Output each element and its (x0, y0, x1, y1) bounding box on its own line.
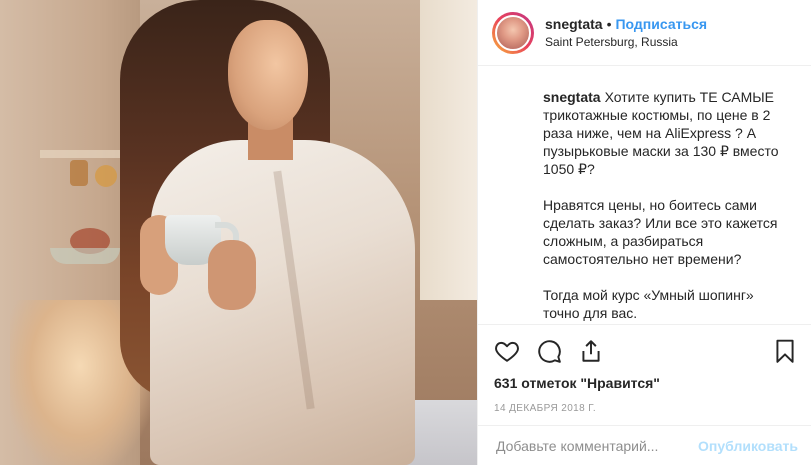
header-username[interactable]: snegtata (545, 16, 603, 32)
window-frame (420, 0, 477, 300)
jar (95, 165, 117, 187)
likes-count[interactable]: 631 отметок "Нравится" (478, 375, 811, 391)
post-caption: snegtata Хотите купить ТЕ САМЫЕ трикотажн… (543, 88, 791, 340)
publish-button[interactable]: Опубликовать (698, 438, 798, 454)
bookmark-icon[interactable] (772, 338, 798, 364)
post-actions: 631 отметок "Нравится" 14 ДЕКАБРЯ 2018 Г… (478, 324, 811, 414)
caption-paragraph: Тогда мой курс «Умный шопинг» точно для … (543, 287, 754, 321)
caption-username[interactable]: snegtata (543, 89, 601, 105)
post-side-panel: snegtata • Подписаться Saint Petersburg, R… (477, 0, 811, 465)
post-photo[interactable] (0, 0, 477, 465)
heart-icon[interactable] (494, 338, 520, 364)
share-icon[interactable] (578, 338, 604, 364)
action-icons (478, 325, 811, 377)
avatar[interactable] (495, 14, 531, 51)
header-separator: • (606, 15, 612, 32)
jar (70, 160, 88, 186)
caption-paragraph: snegtata Хотите купить ТЕ САМЫЕ трикотажн… (543, 88, 791, 178)
location-link[interactable]: Saint Petersburg, Russia (545, 33, 707, 51)
post-header: snegtata • Подписаться Saint Petersburg, R… (478, 0, 811, 66)
woman-hand (208, 240, 256, 310)
follow-button[interactable]: Подписаться (615, 16, 707, 32)
post-date: 14 ДЕКАБРЯ 2018 Г. (494, 403, 597, 414)
header-text: snegtata • Подписаться Saint Petersburg, R… (545, 15, 707, 51)
avatar-story-ring[interactable] (492, 11, 534, 54)
comment-input[interactable] (494, 436, 688, 455)
header-line: snegtata • Подписаться (545, 15, 707, 33)
comment-form: Опубликовать (478, 425, 811, 465)
caption-paragraph: Нравятся цены, но боитесь сами сделать з… (543, 197, 778, 267)
comment-icon[interactable] (536, 338, 562, 364)
instagram-post: snegtata • Подписаться Saint Petersburg, R… (0, 0, 811, 465)
bowl (50, 248, 120, 264)
woman-face (228, 20, 308, 130)
